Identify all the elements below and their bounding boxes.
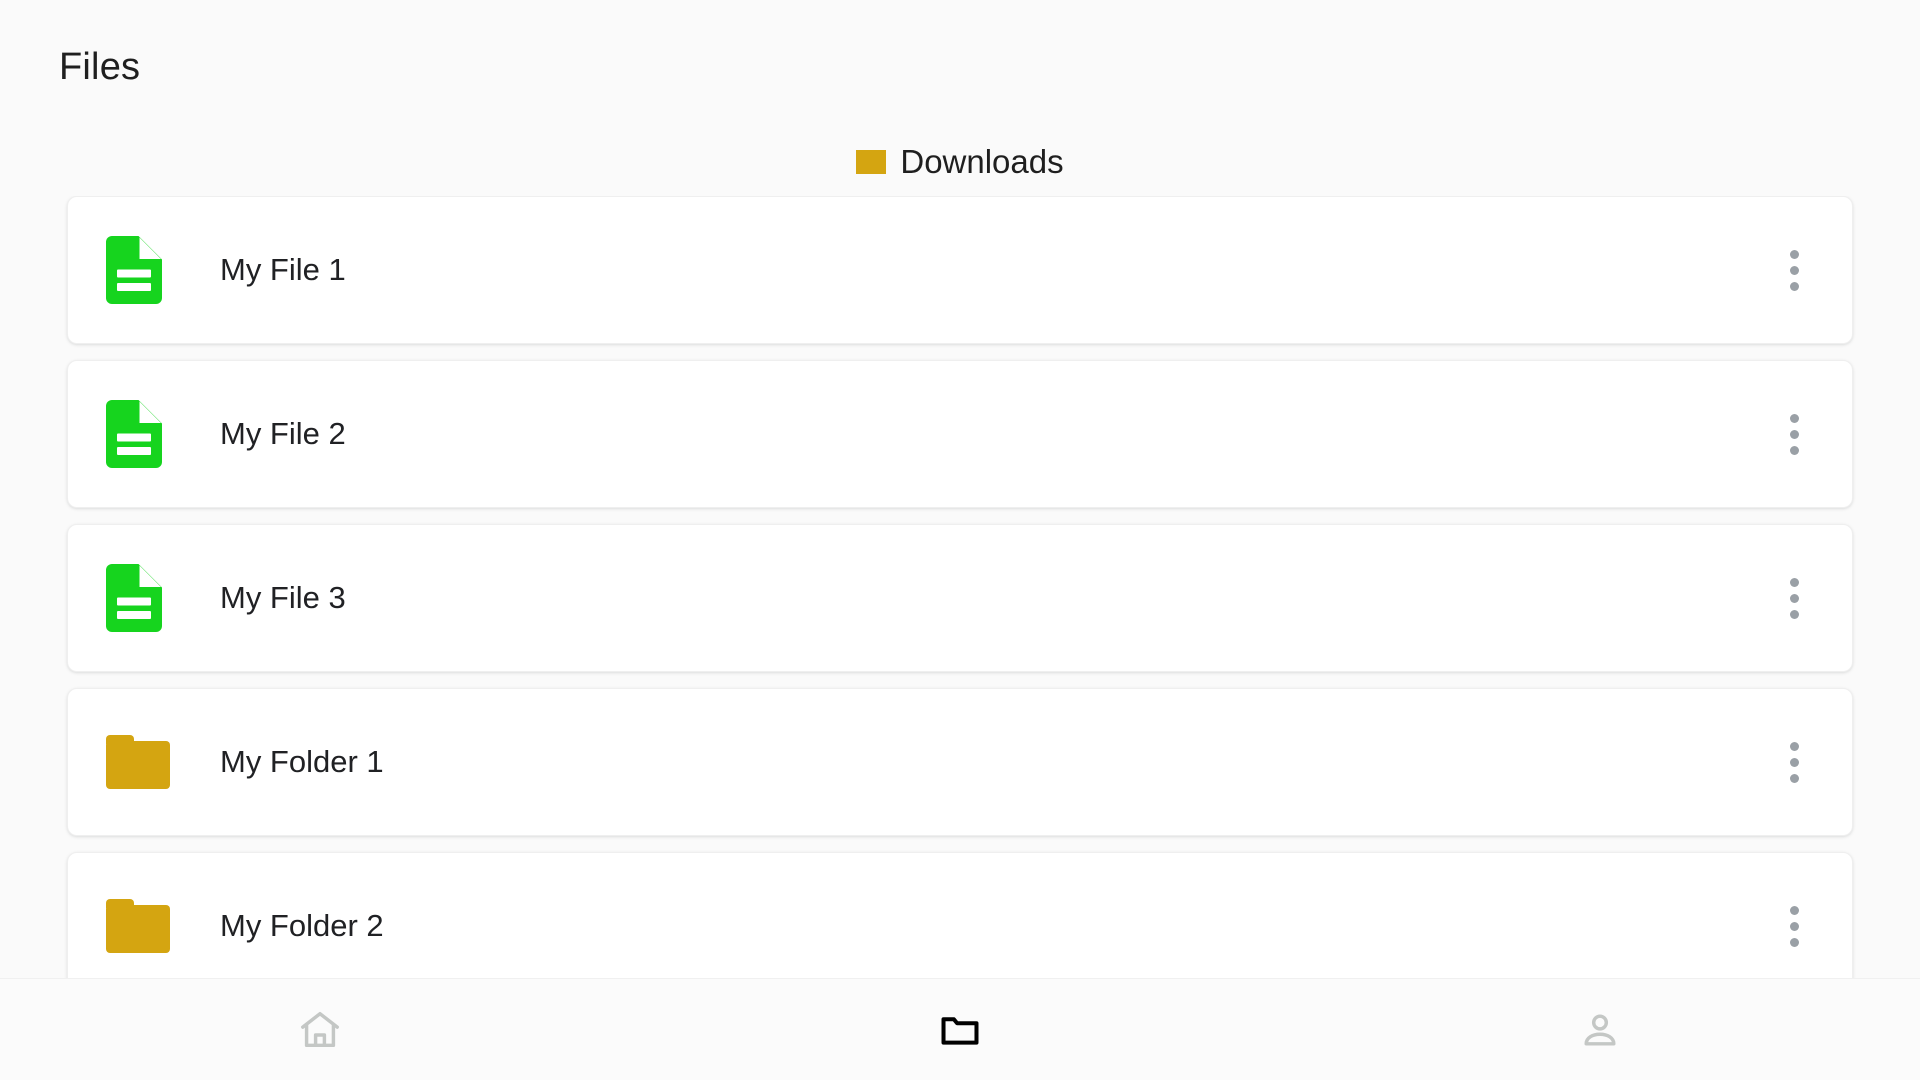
list-item-icon [106,725,180,799]
breadcrumb-label: Downloads [900,143,1064,180]
nav-item-account[interactable] [1280,979,1920,1080]
folder-icon [106,899,170,953]
more-vertical-icon[interactable] [1770,892,1818,960]
files-app: Files Downloads My File 1 My File 2 My Fil… [0,0,1920,1080]
list-item[interactable]: My Folder 1 [67,688,1853,836]
list-item[interactable]: My Folder 2 [67,852,1853,978]
more-vertical-icon[interactable] [1770,564,1818,632]
document-icon [106,236,162,304]
list-item-icon [106,397,180,471]
list-item-label: My File 3 [220,580,346,615]
list-item-label: My Folder 1 [220,744,384,779]
nav-item-home[interactable] [0,979,640,1080]
list-item-label: My File 2 [220,416,346,451]
more-vertical-icon[interactable] [1770,400,1818,468]
list-item-label: My File 1 [220,252,346,287]
breadcrumb: Downloads [0,136,1920,188]
list-item[interactable]: My File 2 [67,360,1853,508]
more-vertical-icon[interactable] [1770,728,1818,796]
folder-icon [937,1007,983,1053]
list-item-icon [106,889,180,963]
list-item-icon [106,561,180,635]
file-list-scroll[interactable]: My File 1 My File 2 My File 3 My Folder 1 My… [0,196,1920,978]
list-item[interactable]: My File 3 [67,524,1853,672]
person-icon [1577,1007,1623,1053]
more-vertical-icon[interactable] [1770,236,1818,304]
bottom-navigation [0,978,1920,1080]
file-list: My File 1 My File 2 My File 3 My Folder 1 My… [0,196,1920,978]
document-icon [106,564,162,632]
folder-icon [856,150,887,174]
list-item[interactable]: My File 1 [67,196,1853,344]
document-icon [106,400,162,468]
page-title: Files [59,46,141,88]
nav-item-files[interactable] [640,979,1280,1080]
list-item-label: My Folder 2 [220,908,384,943]
list-item-icon [106,233,180,307]
folder-icon [106,735,170,789]
home-icon [297,1007,343,1053]
